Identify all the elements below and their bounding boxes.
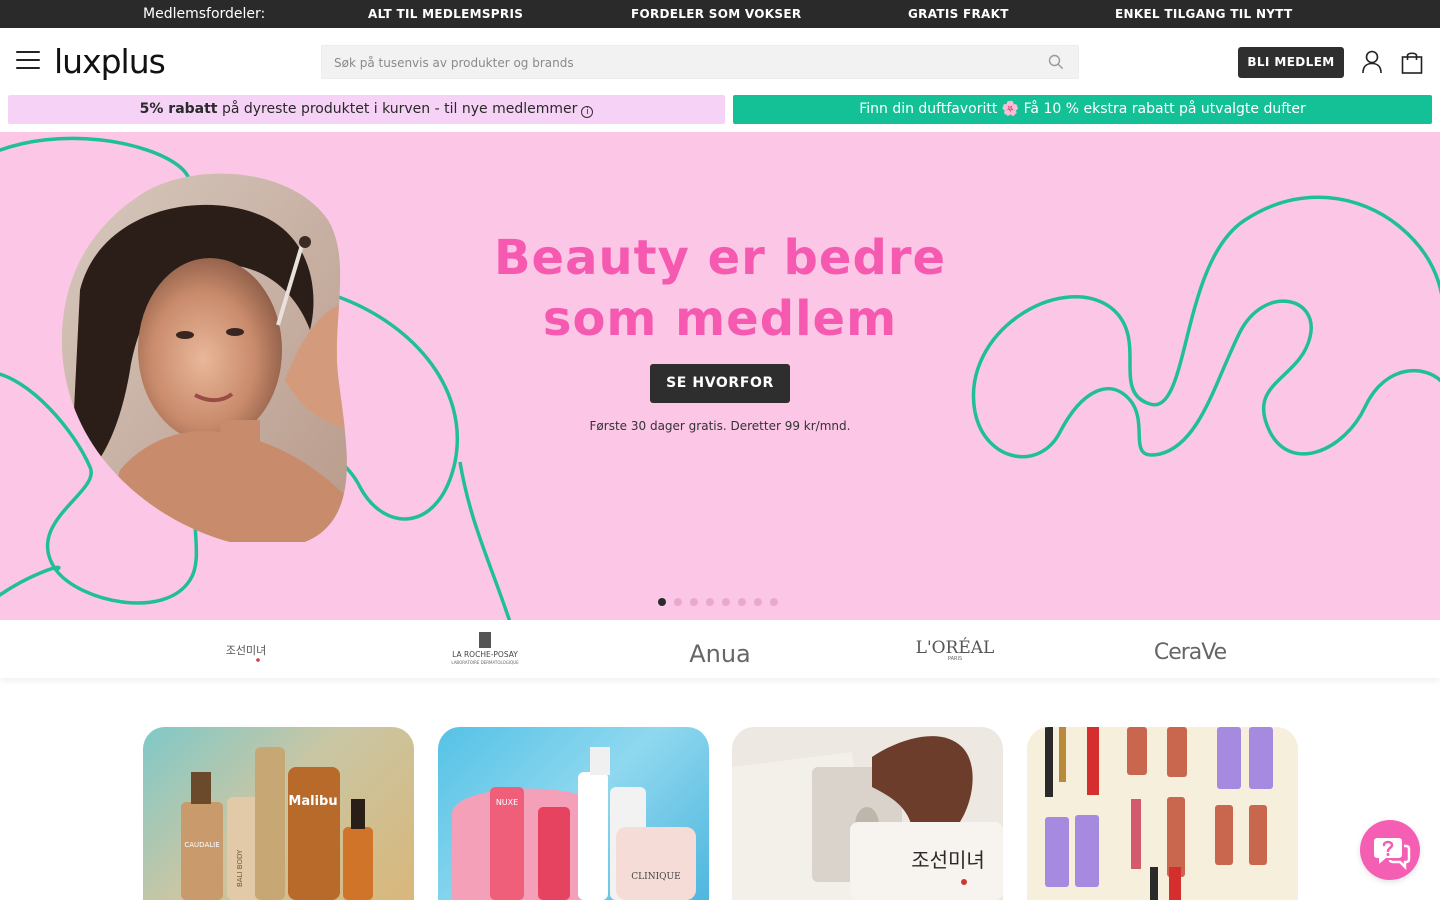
shopping-bag-icon[interactable]	[1400, 50, 1424, 74]
haircare-makeup-image	[1045, 727, 1273, 900]
sun-products-image: CAUDALIE BALI BODY Malibu	[181, 747, 373, 900]
svg-text:Anua: Anua	[689, 640, 751, 668]
category-tile-sun-tanning[interactable]: CAUDALIE BALI BODY Malibu	[143, 727, 414, 900]
svg-text:CeraVe: CeraVe	[1154, 640, 1227, 665]
benefit-free-shipping[interactable]: GRATIS FRAKT	[908, 7, 1009, 21]
svg-text:조선미녀: 조선미녀	[226, 644, 266, 657]
discount-highlight: 5% rabatt	[139, 101, 218, 117]
hero-subtext: Første 30 dager gratis. Deretter 99 kr/m…	[589, 419, 851, 433]
menu-icon[interactable]	[16, 50, 40, 70]
carousel-dot-4[interactable]	[706, 598, 714, 606]
svg-text:LABORATOIRE DERMATOLOGIQUE: LABORATOIRE DERMATOLOGIQUE	[451, 660, 519, 665]
brand-logo-la-roche-posay[interactable]: LA ROCHE-POSAY LABORATOIRE DERMATOLOGIQU…	[440, 620, 530, 678]
chat-help-icon	[1374, 838, 1411, 871]
join-membership-button[interactable]: BLI MEDLEM	[1238, 47, 1344, 78]
benefit-growing[interactable]: FORDELER SOM VOKSER	[631, 7, 801, 21]
carousel-dot-5[interactable]	[722, 598, 730, 606]
svg-text:PARIS: PARIS	[948, 656, 962, 662]
carousel-dot-8[interactable]	[770, 598, 778, 606]
benefits-lead: Medlemsfordeler:	[143, 6, 266, 22]
svg-text:LA ROCHE-POSAY: LA ROCHE-POSAY	[452, 650, 518, 659]
search-input[interactable]	[334, 52, 1024, 74]
see-why-button[interactable]: SE HVORFOR	[650, 364, 790, 403]
carousel-dot-1[interactable]	[658, 598, 666, 606]
category-tile-haircare-makeup[interactable]	[1027, 727, 1298, 900]
svg-text:조선미녀: 조선미녀	[911, 848, 985, 872]
brand-logo-anua[interactable]: Anua	[675, 620, 765, 678]
svg-text:CLINIQUE: CLINIQUE	[631, 872, 680, 882]
benefits-bar: Medlemsfordeler: ALT TIL MEDLEMSPRIS FOR…	[0, 0, 1440, 28]
category-tile-skincare-kits[interactable]: NUXE CLINIQUE	[438, 727, 709, 900]
logo[interactable]: luxplus	[54, 42, 166, 81]
search-bar	[321, 45, 1079, 79]
hero-model-photo	[61, 173, 347, 542]
brand-strip: 조선미녀 LA ROCHE-POSAY LABORATOIRE DERMATOL…	[0, 620, 1440, 678]
discount-text: på dyreste produktet i kurven - til nye …	[217, 101, 578, 117]
carousel-dot-7[interactable]	[754, 598, 762, 606]
hero-title: Beauty er bedre som medlem	[420, 228, 1020, 350]
carousel-dot-3[interactable]	[690, 598, 698, 606]
category-tile-korean-skincare[interactable]: 조선미녀	[732, 727, 1003, 900]
site-header: luxplus BLI MEDLEM	[0, 28, 1440, 94]
new-member-discount-banner[interactable]: 5% rabatt på dyreste produktet i kurven …	[8, 95, 725, 124]
benefit-new-access[interactable]: ENKEL TILGANG TIL NYTT	[1115, 7, 1293, 21]
brand-logo-loreal[interactable]: L'ORÉAL PARIS	[905, 620, 1005, 678]
info-icon[interactable]: i	[581, 106, 594, 118]
svg-text:NUXE: NUXE	[496, 798, 518, 807]
hero-title-line-2: som medlem	[542, 291, 898, 347]
svg-text:L'ORÉAL: L'ORÉAL	[916, 637, 995, 658]
brand-logo-beauty-of-joseon[interactable]: 조선미녀	[226, 620, 266, 678]
hero-title-line-1: Beauty er bedre	[493, 230, 947, 286]
svg-text:BALI BODY: BALI BODY	[236, 849, 244, 887]
carousel-dot-6[interactable]	[738, 598, 746, 606]
korean-skincare-image: 조선미녀	[732, 736, 1003, 900]
search-icon[interactable]	[1048, 54, 1064, 70]
fragrance-campaign-banner[interactable]: Finn din duftfavoritt 🌸 Få 10 % ekstra r…	[733, 95, 1432, 124]
hero-banner[interactable]: Beauty er bedre som medlem SE HVORFOR Fø…	[0, 132, 1440, 620]
carousel-dot-2[interactable]	[674, 598, 682, 606]
skincare-products-image: NUXE CLINIQUE	[452, 747, 696, 900]
chat-help-button[interactable]	[1360, 820, 1420, 880]
svg-text:CAUDALIE: CAUDALIE	[184, 841, 219, 849]
benefit-member-price[interactable]: ALT TIL MEDLEMSPRIS	[368, 7, 523, 21]
svg-text:Malibu: Malibu	[288, 794, 337, 809]
brand-logo-cerave[interactable]: CeraVe	[1145, 620, 1235, 678]
user-icon[interactable]	[1361, 50, 1383, 74]
